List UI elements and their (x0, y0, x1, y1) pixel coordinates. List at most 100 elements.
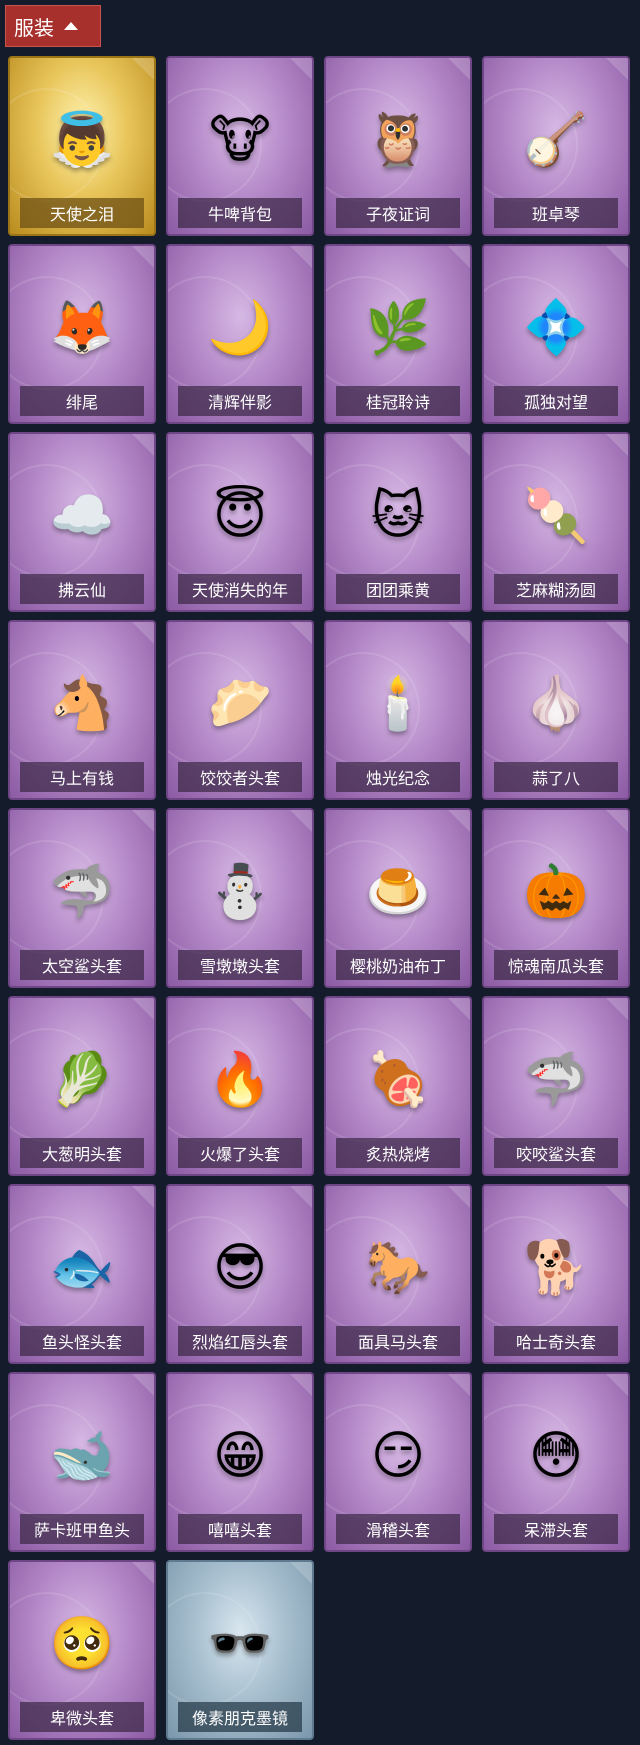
item-card[interactable]: 🧄 蒜了八 (482, 620, 630, 800)
item-card[interactable]: 🐕 哈士奇头套 (482, 1184, 630, 1364)
item-card[interactable]: 🥟 饺饺者头套 (166, 620, 314, 800)
item-card[interactable]: 🐮 牛啤背包 (166, 56, 314, 236)
item-label: 绯尾 (20, 386, 144, 416)
smirk-face-head-icon: 😏 (370, 1426, 426, 1486)
costume-section-toggle[interactable]: 服装 (5, 5, 101, 47)
pink-creature-banjo-icon: 🪕 (523, 110, 589, 170)
item-card[interactable]: 🐟 鱼头怪头套 (8, 1184, 156, 1364)
card-corner-decoration (290, 1374, 312, 1396)
item-card[interactable]: 😁 嘻嘻头套 (166, 1372, 314, 1552)
card-corner-decoration (132, 998, 154, 1020)
item-card[interactable]: 🍖 炙热烧烤 (324, 996, 472, 1176)
item-label: 惊魂南瓜头套 (494, 950, 618, 980)
card-corner-decoration (290, 1186, 312, 1208)
item-label: 萨卡班甲鱼头 (20, 1514, 144, 1544)
card-corner-decoration (290, 998, 312, 1020)
pixel-sunglasses-icon: 🕶️ (207, 1614, 273, 1674)
item-label: 孤独对望 (494, 386, 618, 416)
item-label: 火爆了头套 (178, 1138, 302, 1168)
item-card[interactable]: 🌙 清辉伴影 (166, 244, 314, 424)
item-card[interactable]: 🐱 团团乘黄 (324, 432, 472, 612)
item-label: 烈焰红唇头套 (178, 1326, 302, 1356)
pumpkin-head-icon: 🎃 (523, 862, 589, 922)
item-label: 太空鲨头套 (20, 950, 144, 980)
cloud-fairy-charm-icon: ☁️ (49, 486, 115, 546)
staring-face-head-icon: 😳 (528, 1426, 584, 1486)
cow-beer-barrel-icon: 🐮 (209, 110, 271, 170)
garlic-head-icon: 🧄 (523, 674, 589, 734)
card-corner-decoration (448, 810, 470, 832)
item-card[interactable]: 🕯️ 烛光纪念 (324, 620, 472, 800)
item-card[interactable]: 😎 烈焰红唇头套 (166, 1184, 314, 1364)
angel-halo-icon: 👼 (49, 110, 115, 170)
item-label: 鱼头怪头套 (20, 1326, 144, 1356)
item-card[interactable]: 😏 滑稽头套 (324, 1372, 472, 1552)
item-card[interactable]: 🥺 卑微头套 (8, 1560, 156, 1740)
card-corner-decoration (448, 998, 470, 1020)
item-label: 面具马头套 (336, 1326, 460, 1356)
rice-ball-head-icon: 🍡 (523, 486, 589, 546)
meat-bone-head-icon: 🍖 (365, 1050, 431, 1110)
card-corner-decoration (132, 810, 154, 832)
card-corner-decoration (132, 58, 154, 80)
card-corner-decoration (132, 1186, 154, 1208)
card-corner-decoration (606, 998, 628, 1020)
fox-girl-charm-icon: 🦊 (49, 298, 115, 358)
item-card[interactable]: 🦈 太空鲨头套 (8, 808, 156, 988)
item-label: 天使之泪 (20, 198, 144, 228)
space-shark-head-icon: 🦈 (49, 862, 115, 922)
item-card[interactable]: 🐴 马上有钱 (8, 620, 156, 800)
item-card[interactable]: ☁️ 拂云仙 (8, 432, 156, 612)
item-label: 卑微头套 (20, 1702, 144, 1732)
card-corner-decoration (606, 246, 628, 268)
card-corner-decoration (448, 246, 470, 268)
item-label: 嘻嘻头套 (178, 1514, 302, 1544)
item-label: 烛光纪念 (336, 762, 460, 792)
card-corner-decoration (606, 434, 628, 456)
card-corner-decoration (448, 1186, 470, 1208)
pudding-head-icon: 🍮 (365, 862, 431, 922)
fish-monster-head-icon: 🐟 (49, 1238, 115, 1298)
item-card[interactable]: 💠 孤独对望 (482, 244, 630, 424)
item-label: 团团乘黄 (336, 574, 460, 604)
item-label: 哈士奇头套 (494, 1326, 618, 1356)
fire-head-icon: 🔥 (207, 1050, 273, 1110)
item-label: 雪墩墩头套 (178, 950, 302, 980)
wardrobe-page: 服装 👼 天使之泪 🐮 牛啤背包 🦉 子夜证词 🪕 班卓琴 🦊 绯尾 🌙 清辉伴影 🌿 桂冠聆诗 💠 孤独对望… (0, 0, 640, 1745)
item-card[interactable]: 🔥 火爆了头套 (166, 996, 314, 1176)
card-corner-decoration (448, 622, 470, 644)
item-card[interactable]: 🥬 大葱明头套 (8, 996, 156, 1176)
item-card[interactable]: 👼 天使之泪 (8, 56, 156, 236)
chevron-up-icon (64, 22, 78, 30)
item-label: 樱桃奶油布丁 (336, 950, 460, 980)
armored-fish-head-icon: 🐋 (49, 1426, 115, 1486)
card-corner-decoration (290, 810, 312, 832)
card-corner-decoration (448, 434, 470, 456)
card-corner-decoration (132, 1374, 154, 1396)
item-card[interactable]: 🐋 萨卡班甲鱼头 (8, 1372, 156, 1552)
item-card[interactable]: 🍡 芝麻糊汤圆 (482, 432, 630, 612)
item-card[interactable]: 🌿 桂冠聆诗 (324, 244, 472, 424)
card-corner-decoration (290, 58, 312, 80)
item-card[interactable]: 😳 呆滞头套 (482, 1372, 630, 1552)
item-card[interactable]: 🦊 绯尾 (8, 244, 156, 424)
item-card[interactable]: 🦈 咬咬鲨头套 (482, 996, 630, 1176)
item-card[interactable]: 🐎 面具马头套 (324, 1184, 472, 1364)
item-label: 天使消失的年 (178, 574, 302, 604)
card-corner-decoration (606, 810, 628, 832)
item-label: 马上有钱 (20, 762, 144, 792)
dumpling-head-icon: 🥟 (207, 674, 273, 734)
item-card[interactable]: 🪕 班卓琴 (482, 56, 630, 236)
item-card[interactable]: 🎃 惊魂南瓜头套 (482, 808, 630, 988)
item-card[interactable]: 😇 天使消失的年 (166, 432, 314, 612)
card-corner-decoration (290, 622, 312, 644)
item-card[interactable]: 🦉 子夜证词 (324, 56, 472, 236)
item-card[interactable]: ⛄ 雪墩墩头套 (166, 808, 314, 988)
item-card[interactable]: 🕶️ 像素朋克墨镜 (166, 1560, 314, 1740)
section-title: 服装 (14, 15, 54, 40)
item-card[interactable]: 🍮 樱桃奶油布丁 (324, 808, 472, 988)
item-label: 饺饺者头套 (178, 762, 302, 792)
item-label: 牛啤背包 (178, 198, 302, 228)
owl-doctor-icon: 🦉 (365, 110, 431, 170)
card-corner-decoration (606, 1374, 628, 1396)
